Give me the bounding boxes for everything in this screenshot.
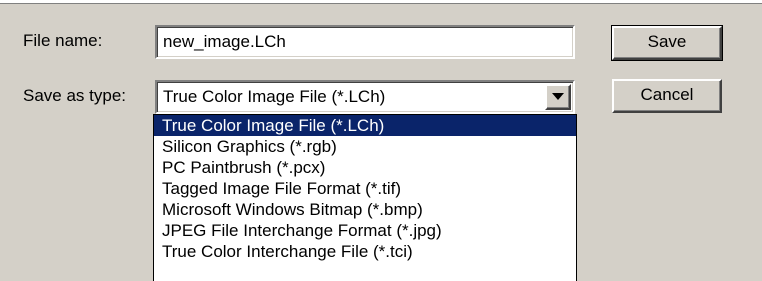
- cancel-button[interactable]: Cancel: [612, 79, 722, 113]
- type-option-pcx[interactable]: PC Paintbrush (*.pcx): [154, 157, 576, 178]
- type-option-rgb[interactable]: Silicon Graphics (*.rgb): [154, 136, 576, 157]
- type-option-tci[interactable]: True Color Interchange File (*.tci): [154, 241, 576, 262]
- file-name-input[interactable]: new_image.LCh: [155, 25, 575, 59]
- dialog-top-edge: [0, 0, 762, 4]
- save-as-type-select[interactable]: True Color Image File (*.LCh): [155, 80, 575, 114]
- save-as-type-dropdown-list: True Color Image File (*.LCh) Silicon Gr…: [153, 114, 577, 281]
- chevron-down-icon: [552, 93, 564, 100]
- save-as-type-value: True Color Image File (*.LCh): [163, 87, 386, 106]
- save-as-type-dropdown-button[interactable]: [545, 84, 571, 110]
- file-name-label: File name:: [23, 31, 103, 50]
- save-button[interactable]: Save: [611, 25, 723, 61]
- type-option-jpg[interactable]: JPEG File Interchange Format (*.jpg): [154, 220, 576, 241]
- file-name-value: new_image.LCh: [163, 32, 286, 51]
- type-option-lch[interactable]: True Color Image File (*.LCh): [154, 115, 576, 136]
- type-option-bmp[interactable]: Microsoft Windows Bitmap (*.bmp): [154, 199, 576, 220]
- type-option-tif[interactable]: Tagged Image File Format (*.tif): [154, 178, 576, 199]
- save-as-type-label: Save as type:: [23, 86, 127, 105]
